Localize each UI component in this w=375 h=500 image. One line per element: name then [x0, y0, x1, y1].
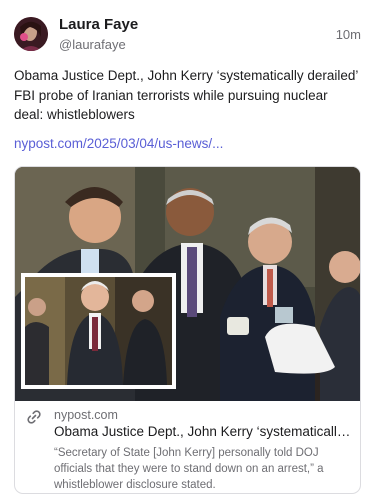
link-preview-image[interactable]: [15, 167, 360, 401]
author-handle[interactable]: @laurafaye: [59, 37, 126, 52]
post-link[interactable]: nypost.com/2025/03/04/us-news/...: [14, 136, 223, 151]
avatar[interactable]: [14, 17, 48, 51]
post-timestamp[interactable]: 10m: [336, 27, 361, 42]
link-icon: [27, 410, 41, 424]
link-preview-title[interactable]: Obama Justice Dept., John Kerry ‘systema…: [54, 424, 354, 439]
link-preview-footer: nypost.com Obama Justice Dept., John Ker…: [15, 401, 360, 493]
author-name[interactable]: Laura Faye: [59, 16, 138, 33]
link-preview-domain: nypost.com: [54, 408, 118, 422]
post-text: Obama Justice Dept., John Kerry ‘systema…: [14, 68, 358, 122]
post: Laura Faye @laurafaye 10m Obama Justice …: [0, 0, 375, 500]
link-preview-card[interactable]: nypost.com Obama Justice Dept., John Ker…: [14, 166, 361, 494]
link-preview-description: “Secretary of State [John Kerry] persona…: [54, 447, 324, 491]
